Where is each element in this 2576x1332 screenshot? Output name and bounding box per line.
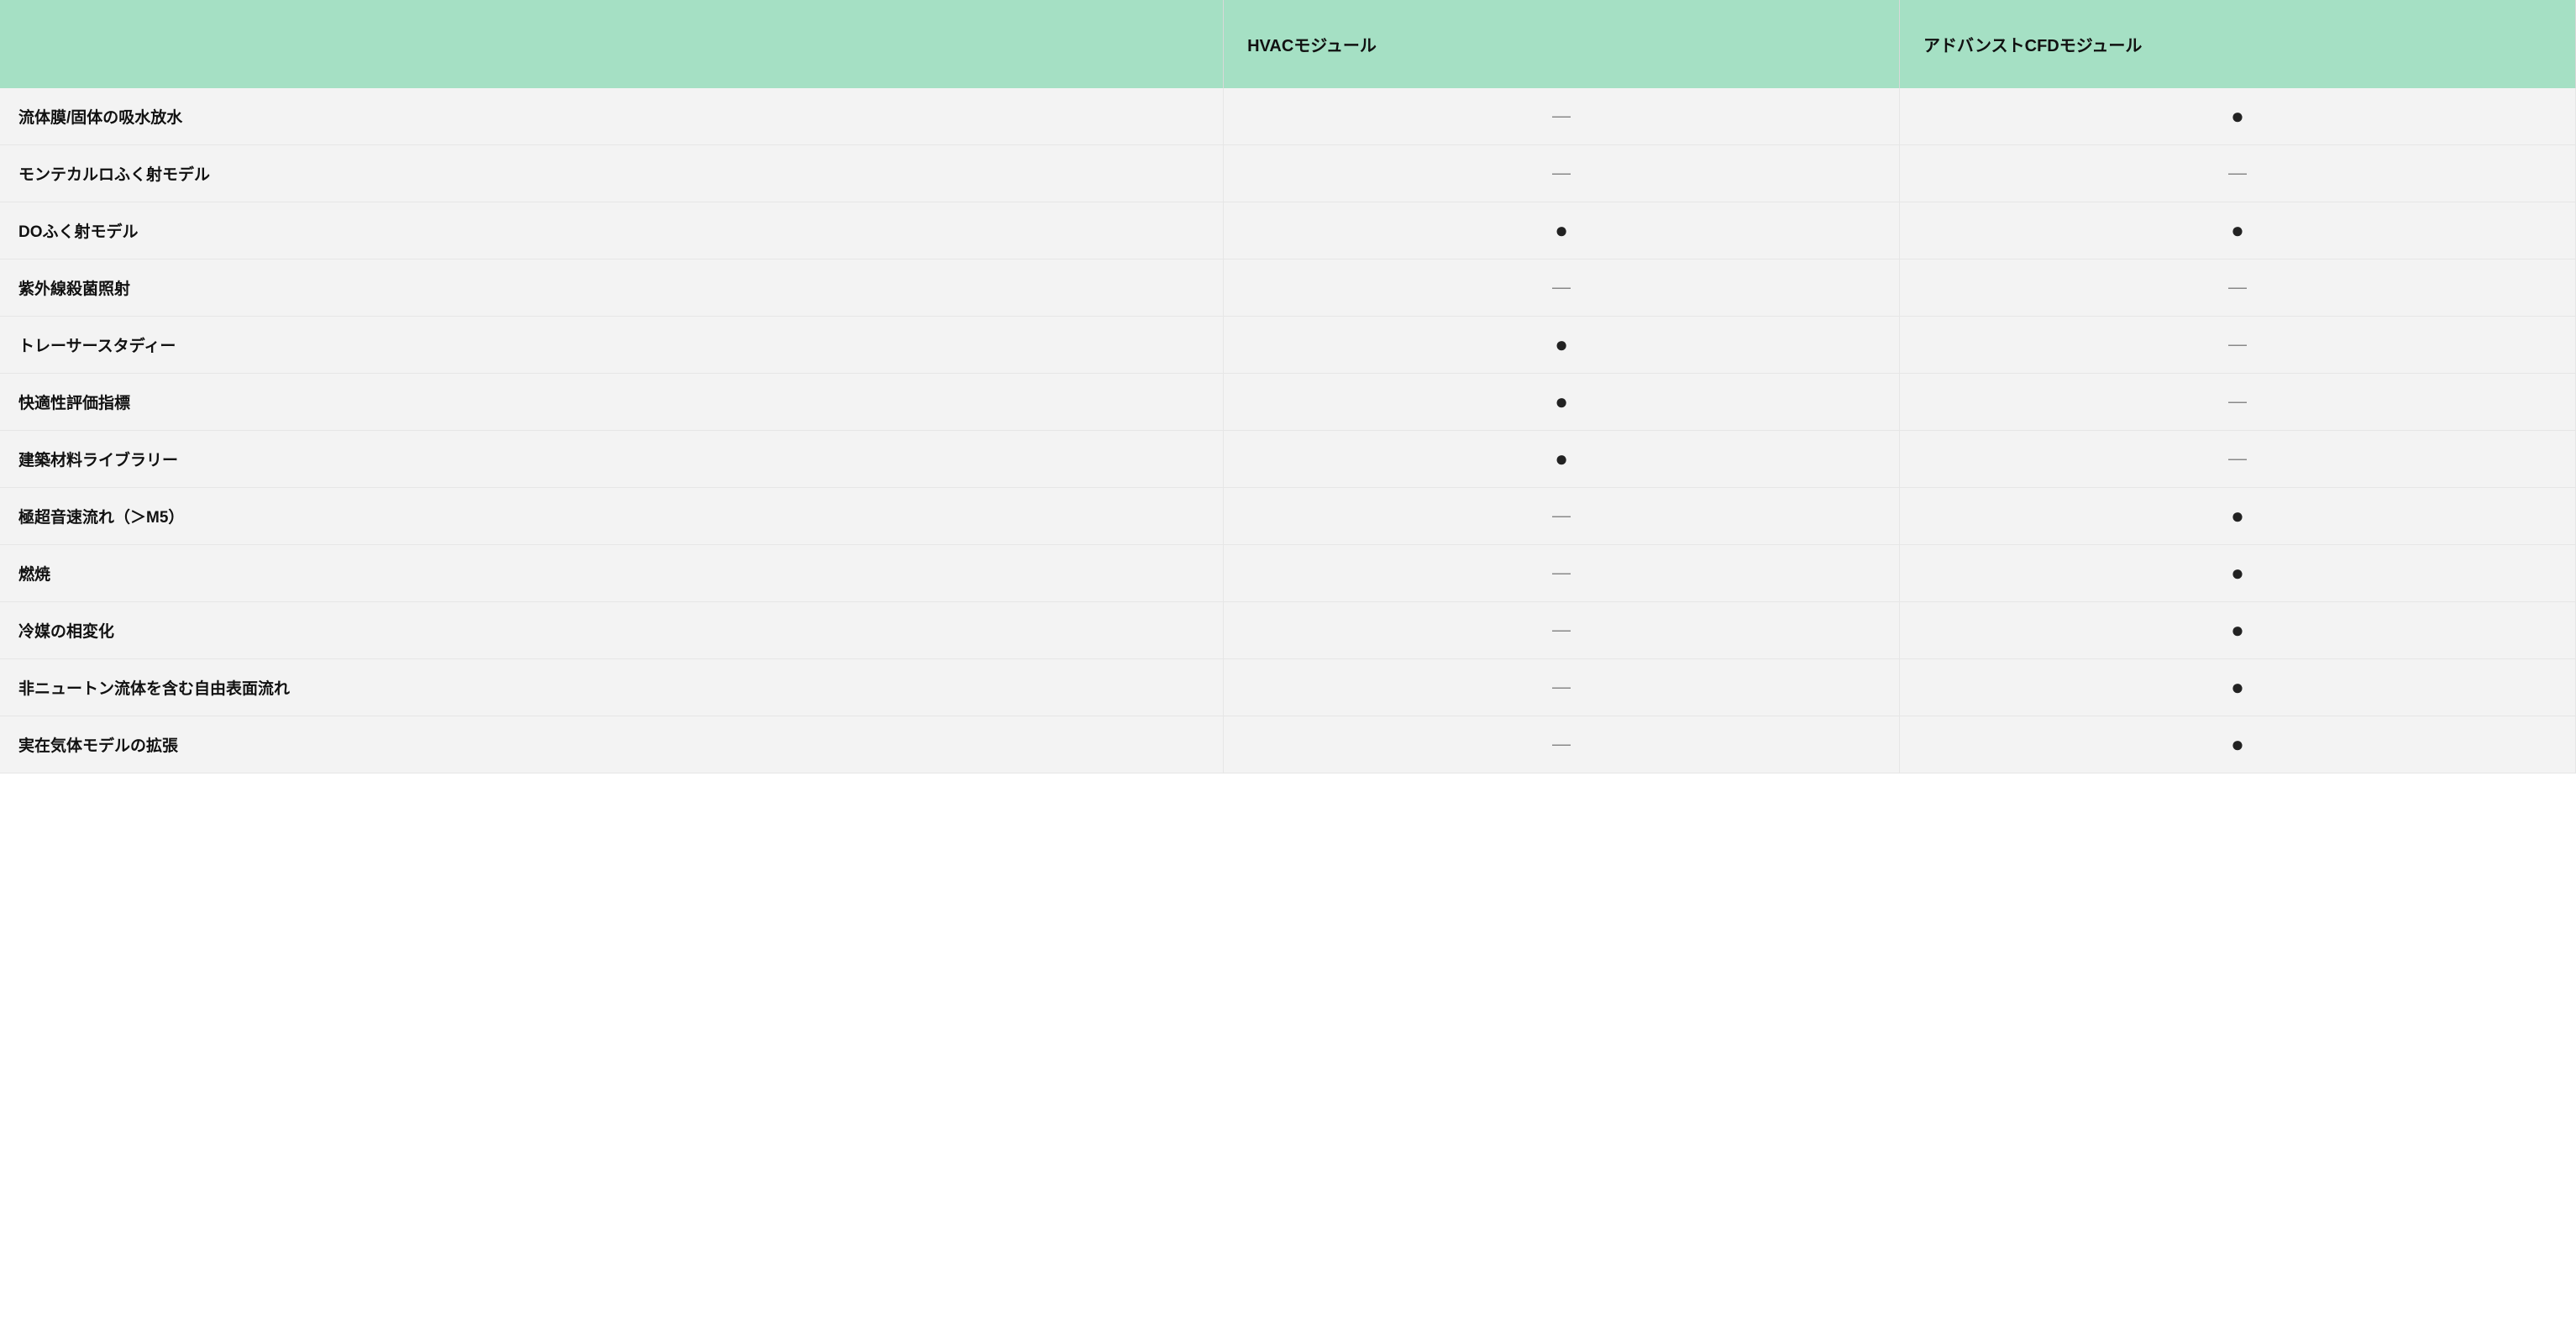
hvac-cell: — xyxy=(1224,659,1900,716)
table-row: 実在気体モデルの拡張—● xyxy=(0,716,2576,774)
adv-cell: ● xyxy=(1900,602,2576,659)
feature-label: 冷媒の相変化 xyxy=(0,602,1224,659)
hvac-cell: — xyxy=(1224,145,1900,202)
hvac-cell: — xyxy=(1224,260,1900,317)
adv-cell: ● xyxy=(1900,545,2576,602)
table-row: 燃焼—● xyxy=(0,545,2576,602)
adv-cell: — xyxy=(1900,145,2576,202)
header-row: HVACモジュール アドバンストCFDモジュール xyxy=(0,0,2576,88)
hvac-cell: ● xyxy=(1224,317,1900,374)
table-row: DOふく射モデル●● xyxy=(0,202,2576,260)
adv-cell: — xyxy=(1900,260,2576,317)
table-row: 流体膜/固体の吸水放水—● xyxy=(0,88,2576,145)
header-advcfd: アドバンストCFDモジュール xyxy=(1900,0,2576,88)
feature-label: モンテカルロふく射モデル xyxy=(0,145,1224,202)
adv-cell: ● xyxy=(1900,88,2576,145)
adv-cell: — xyxy=(1900,374,2576,431)
adv-cell: ● xyxy=(1900,659,2576,716)
hvac-cell: — xyxy=(1224,545,1900,602)
header-hvac: HVACモジュール xyxy=(1224,0,1900,88)
feature-label: 実在気体モデルの拡張 xyxy=(0,716,1224,774)
feature-label: 極超音速流れ（＞M5） xyxy=(0,488,1224,545)
table-row: 極超音速流れ（＞M5）—● xyxy=(0,488,2576,545)
hvac-cell: ● xyxy=(1224,431,1900,488)
table-row: 冷媒の相変化—● xyxy=(0,602,2576,659)
adv-cell: — xyxy=(1900,431,2576,488)
feature-label: 建築材料ライブラリー xyxy=(0,431,1224,488)
feature-label: トレーサースタディー xyxy=(0,317,1224,374)
adv-cell: ● xyxy=(1900,488,2576,545)
feature-label: DOふく射モデル xyxy=(0,202,1224,260)
table-row: モンテカルロふく射モデル—— xyxy=(0,145,2576,202)
table-row: 快適性評価指標●— xyxy=(0,374,2576,431)
adv-cell: ● xyxy=(1900,716,2576,774)
table-row: 紫外線殺菌照射—— xyxy=(0,260,2576,317)
hvac-cell: — xyxy=(1224,602,1900,659)
adv-cell: — xyxy=(1900,317,2576,374)
feature-comparison-table: HVACモジュール アドバンストCFDモジュール 流体膜/固体の吸水放水—●モン… xyxy=(0,0,2576,774)
table-row: トレーサースタディー●— xyxy=(0,317,2576,374)
hvac-cell: ● xyxy=(1224,374,1900,431)
table-row: 非ニュートン流体を含む自由表面流れ—● xyxy=(0,659,2576,716)
adv-cell: ● xyxy=(1900,202,2576,260)
hvac-cell: ● xyxy=(1224,202,1900,260)
feature-label: 非ニュートン流体を含む自由表面流れ xyxy=(0,659,1224,716)
hvac-cell: — xyxy=(1224,488,1900,545)
feature-label: 燃焼 xyxy=(0,545,1224,602)
feature-label: 快適性評価指標 xyxy=(0,374,1224,431)
table-row: 建築材料ライブラリー●— xyxy=(0,431,2576,488)
feature-label: 流体膜/固体の吸水放水 xyxy=(0,88,1224,145)
hvac-cell: — xyxy=(1224,88,1900,145)
hvac-cell: — xyxy=(1224,716,1900,774)
header-blank xyxy=(0,0,1224,88)
feature-label: 紫外線殺菌照射 xyxy=(0,260,1224,317)
